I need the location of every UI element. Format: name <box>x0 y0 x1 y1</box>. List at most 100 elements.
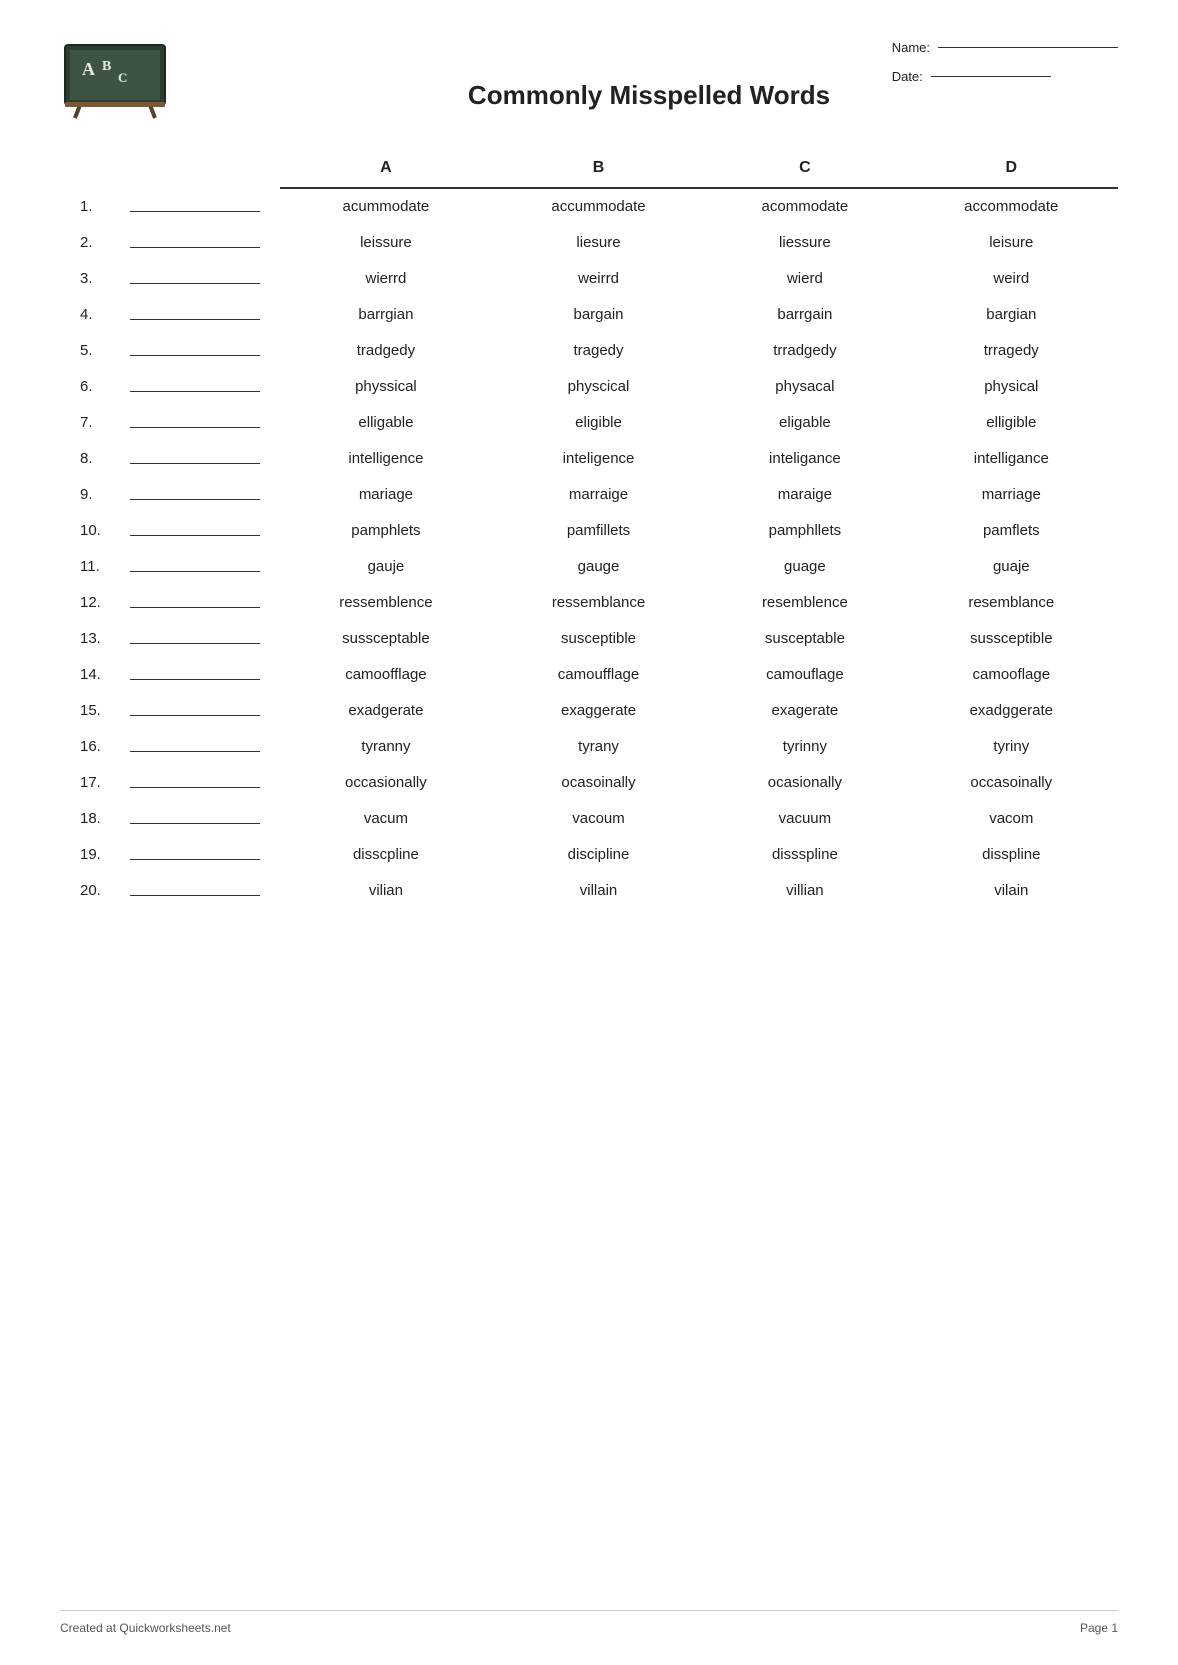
answer-blank[interactable] <box>130 628 260 644</box>
answer-blank[interactable] <box>130 808 260 824</box>
answer-blank[interactable] <box>130 880 260 896</box>
answer-cell[interactable] <box>120 512 280 548</box>
cell-d: pamflets <box>905 512 1118 548</box>
cell-c: resemblence <box>705 584 904 620</box>
row-number: 5. <box>60 332 120 368</box>
worksheet-table: A B C D 1.acummodateaccummodateacommodat… <box>60 153 1118 908</box>
answer-cell[interactable] <box>120 404 280 440</box>
cell-c: susceptable <box>705 620 904 656</box>
date-label: Date: <box>892 69 923 84</box>
cell-a: elligable <box>280 404 492 440</box>
answer-cell[interactable] <box>120 224 280 260</box>
answer-blank[interactable] <box>130 448 260 464</box>
cell-d: marriage <box>905 476 1118 512</box>
answer-blank[interactable] <box>130 484 260 500</box>
answer-cell[interactable] <box>120 296 280 332</box>
answer-cell[interactable] <box>120 764 280 800</box>
col-header-d: D <box>905 153 1118 188</box>
answer-cell[interactable] <box>120 872 280 908</box>
row-number: 19. <box>60 836 120 872</box>
name-date-area: Name: Date: <box>892 40 1118 98</box>
cell-d: disspline <box>905 836 1118 872</box>
answer-blank[interactable] <box>130 196 260 212</box>
footer: Created at Quickworksheets.net Page 1 <box>60 1610 1118 1635</box>
cell-b: tyrany <box>492 728 705 764</box>
answer-blank[interactable] <box>130 268 260 284</box>
cell-a: wierrd <box>280 260 492 296</box>
row-number: 4. <box>60 296 120 332</box>
table-row: 16.tyrannytyranytyrinnytyriny <box>60 728 1118 764</box>
cell-a: tradgedy <box>280 332 492 368</box>
cell-a: vacum <box>280 800 492 836</box>
answer-blank[interactable] <box>130 520 260 536</box>
answer-blank[interactable] <box>130 664 260 680</box>
cell-b: pamfillets <box>492 512 705 548</box>
cell-c: vacuum <box>705 800 904 836</box>
cell-a: occasionally <box>280 764 492 800</box>
row-number: 12. <box>60 584 120 620</box>
table-row: 19.disscplinedisciplinedisssplinedisspli… <box>60 836 1118 872</box>
cell-d: exadggerate <box>905 692 1118 728</box>
cell-a: physsical <box>280 368 492 404</box>
answer-cell[interactable] <box>120 548 280 584</box>
row-number: 2. <box>60 224 120 260</box>
answer-blank[interactable] <box>130 412 260 428</box>
answer-blank[interactable] <box>130 340 260 356</box>
answer-cell[interactable] <box>120 692 280 728</box>
cell-b: camoufflage <box>492 656 705 692</box>
answer-cell[interactable] <box>120 800 280 836</box>
row-number: 10. <box>60 512 120 548</box>
answer-cell[interactable] <box>120 332 280 368</box>
cell-b: susceptible <box>492 620 705 656</box>
cell-b: weirrd <box>492 260 705 296</box>
answer-blank[interactable] <box>130 232 260 248</box>
answer-blank[interactable] <box>130 592 260 608</box>
cell-d: intelligance <box>905 440 1118 476</box>
cell-b: ocasoinally <box>492 764 705 800</box>
name-label: Name: <box>892 40 930 55</box>
answer-cell[interactable] <box>120 188 280 224</box>
answer-blank[interactable] <box>130 772 260 788</box>
cell-c: barrgain <box>705 296 904 332</box>
row-number: 3. <box>60 260 120 296</box>
date-field[interactable] <box>931 76 1051 77</box>
cell-c: wierd <box>705 260 904 296</box>
answer-cell[interactable] <box>120 656 280 692</box>
answer-cell[interactable] <box>120 476 280 512</box>
cell-c: eligable <box>705 404 904 440</box>
cell-d: guaje <box>905 548 1118 584</box>
answer-cell[interactable] <box>120 440 280 476</box>
cell-a: intelligence <box>280 440 492 476</box>
answer-cell[interactable] <box>120 836 280 872</box>
answer-cell[interactable] <box>120 260 280 296</box>
row-number: 9. <box>60 476 120 512</box>
svg-text:C: C <box>118 70 127 85</box>
cell-d: weird <box>905 260 1118 296</box>
answer-cell[interactable] <box>120 584 280 620</box>
answer-blank[interactable] <box>130 844 260 860</box>
name-line: Name: <box>892 40 1118 55</box>
answer-blank[interactable] <box>130 736 260 752</box>
name-field[interactable] <box>938 47 1118 48</box>
answer-blank[interactable] <box>130 700 260 716</box>
cell-a: exadgerate <box>280 692 492 728</box>
svg-text:A: A <box>82 59 95 79</box>
table-row: 15.exadgerateexaggerateexagerateexadgger… <box>60 692 1118 728</box>
cell-d: vilain <box>905 872 1118 908</box>
chalkboard-icon: A B C <box>60 40 170 120</box>
answer-blank[interactable] <box>130 376 260 392</box>
row-number: 8. <box>60 440 120 476</box>
answer-cell[interactable] <box>120 368 280 404</box>
table-row: 8.intelligenceinteligenceinteliganceinte… <box>60 440 1118 476</box>
cell-b: marraige <box>492 476 705 512</box>
answer-blank[interactable] <box>130 304 260 320</box>
cell-c: ocasionally <box>705 764 904 800</box>
cell-c: villian <box>705 872 904 908</box>
answer-cell[interactable] <box>120 620 280 656</box>
row-number: 14. <box>60 656 120 692</box>
footer-right: Page 1 <box>1080 1621 1118 1635</box>
answer-blank[interactable] <box>130 556 260 572</box>
table-row: 17.occasionallyocasoinallyocasionallyocc… <box>60 764 1118 800</box>
answer-cell[interactable] <box>120 728 280 764</box>
cell-d: occasoinally <box>905 764 1118 800</box>
